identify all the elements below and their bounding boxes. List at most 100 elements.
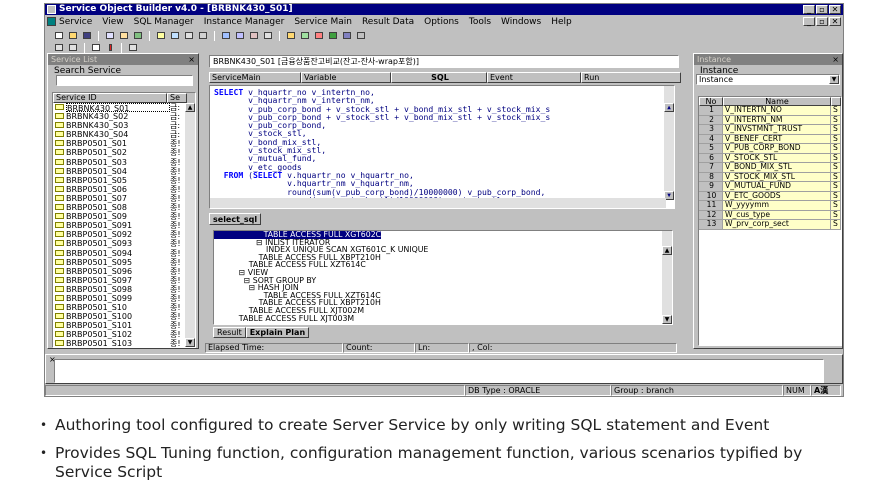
list-item[interactable]: BRBNK430_S03 금: xyxy=(53,121,195,130)
menu-instance-manager[interactable]: Instance Manager xyxy=(204,17,285,27)
grid-icon[interactable] xyxy=(197,30,209,41)
table-row[interactable]: 11 W_yyyymm S xyxy=(699,201,841,211)
list-item[interactable]: BRBP0501_S101 종! xyxy=(53,321,195,330)
cut-icon[interactable] xyxy=(53,42,65,53)
tab-explain-plan[interactable]: Explain Plan xyxy=(245,327,310,338)
table-row[interactable]: 13 W_prv_corp_sect S xyxy=(699,220,841,230)
list-item[interactable]: BRBP0501_S09 종! xyxy=(53,212,195,221)
ime-indicator[interactable]: A漢 xyxy=(811,385,841,396)
list-item[interactable]: BRBP0501_S093 종! xyxy=(53,239,195,248)
list-icon[interactable] xyxy=(183,30,195,41)
menu-result-data[interactable]: Result Data xyxy=(362,17,414,27)
list-item[interactable]: BRBNK430_S02 금: xyxy=(53,112,195,121)
list-item[interactable]: BRBP0501_S05 종! xyxy=(53,176,195,185)
menu-sql-manager[interactable]: SQL Manager xyxy=(134,17,194,27)
list-item[interactable]: BRBP0501_S091 종! xyxy=(53,221,195,230)
tab-result[interactable]: Result xyxy=(213,327,246,338)
paste-icon[interactable] xyxy=(118,30,130,41)
service-list-scrollbar[interactable]: ▲ ▼ xyxy=(185,103,195,347)
tab-select-sql[interactable]: select_sql xyxy=(209,213,262,225)
list-item[interactable]: BRBP0501_S08 종! xyxy=(53,203,195,212)
sql-icon[interactable] xyxy=(220,30,232,41)
list-item[interactable]: BRBP0501_S10 종! xyxy=(53,303,195,312)
deploy-icon[interactable] xyxy=(327,30,339,41)
col-name[interactable]: Name xyxy=(723,97,831,106)
table-row[interactable]: 5 V_PUB_CORP_BOND S xyxy=(699,144,841,154)
undo-icon[interactable] xyxy=(67,42,79,53)
menu-service[interactable]: Service xyxy=(59,17,92,27)
list-item[interactable]: BRBP0501_S01 종! xyxy=(53,139,195,148)
tree-icon[interactable] xyxy=(169,30,181,41)
table-row[interactable]: 2 V_INTERTN_NM S xyxy=(699,115,841,125)
close-icon[interactable]: × xyxy=(188,54,195,65)
alert-icon[interactable] xyxy=(104,42,116,53)
sql-editor[interactable]: SELECT v_hquartr_no v_intertn_no, v_hqua… xyxy=(209,85,675,209)
search-service-input[interactable] xyxy=(56,75,193,86)
table-row[interactable]: 4 V_BENEF_CERT S xyxy=(699,134,841,144)
run-icon[interactable] xyxy=(132,30,144,41)
sql-vscroll[interactable]: ▲ ▼ xyxy=(664,86,674,200)
sql-hscroll[interactable]: ◀ ▶ xyxy=(210,198,666,208)
minimize-button[interactable]: _ xyxy=(803,5,815,14)
plan-vscroll[interactable]: ▲ ▼ xyxy=(662,231,672,324)
mdi-minimize-button[interactable]: _ xyxy=(803,17,815,26)
chart-icon[interactable] xyxy=(313,30,325,41)
save-icon[interactable] xyxy=(81,30,93,41)
list-item[interactable]: BRBP0501_S100 종! xyxy=(53,312,195,321)
maximize-button[interactable]: ▫ xyxy=(816,5,828,14)
table-row[interactable]: 10 V_ETC_GOODS S xyxy=(699,191,841,201)
close-button[interactable]: ✕ xyxy=(829,5,841,14)
list-item[interactable]: BRBP0501_S02 종! xyxy=(53,148,195,157)
list-item[interactable]: BRBP0501_S099 종! xyxy=(53,294,195,303)
compile-icon[interactable] xyxy=(234,30,246,41)
scroll-down-icon[interactable]: ▼ xyxy=(662,315,672,324)
table-row[interactable]: 6 V_STOCK_STL S xyxy=(699,153,841,163)
list-item[interactable]: BRBNK430_S04 금: xyxy=(53,130,195,139)
list-item[interactable]: BRBP0501_S102 종! xyxy=(53,330,195,339)
tab-run[interactable]: Run xyxy=(581,72,681,83)
step-icon[interactable] xyxy=(262,30,274,41)
table-row[interactable]: 12 W_cus_type S xyxy=(699,210,841,220)
table-row[interactable]: 8 V_STOCK_MIX_STL S xyxy=(699,172,841,182)
list-item[interactable]: BRBP0501_S092 종! xyxy=(53,230,195,239)
debug-icon[interactable] xyxy=(248,30,260,41)
output-area[interactable] xyxy=(54,359,824,383)
find-icon[interactable] xyxy=(155,30,167,41)
table-row[interactable]: 3 V_INVSTMNT_TRUST S xyxy=(699,125,841,135)
menu-windows[interactable]: Windows xyxy=(501,17,541,27)
menu-service-main[interactable]: Service Main xyxy=(294,17,352,27)
copy-icon[interactable] xyxy=(104,30,116,41)
table-row[interactable]: 1 V_INTERTN_NO S xyxy=(699,106,841,116)
list-item[interactable]: BRBP0501_S096 종! xyxy=(53,267,195,276)
close-icon[interactable]: × xyxy=(832,54,839,65)
properties-icon[interactable] xyxy=(127,42,139,53)
chevron-down-icon[interactable]: ▼ xyxy=(829,75,839,84)
table-row[interactable]: 9 V_MUTUAL_FUND S xyxy=(699,182,841,192)
tab-event[interactable]: Event xyxy=(487,72,581,83)
list-item[interactable]: BRBP0501_S07 종! xyxy=(53,194,195,203)
col-service-id[interactable]: Service ID xyxy=(53,93,167,103)
tab-variable[interactable]: Variable xyxy=(301,72,391,83)
scroll-up-icon[interactable]: ▲ xyxy=(664,102,674,112)
list-item[interactable]: BRBP0501_S03 종! xyxy=(53,158,195,167)
mdi-restore-button[interactable]: ▫ xyxy=(816,17,828,26)
scroll-down-icon[interactable]: ▼ xyxy=(185,338,195,347)
list-item[interactable]: BRBP0501_S094 종! xyxy=(53,249,195,258)
new-icon[interactable] xyxy=(53,30,65,41)
list-item[interactable]: BRBP0501_S04 종! xyxy=(53,167,195,176)
folder-icon[interactable] xyxy=(285,30,297,41)
menu-help[interactable]: Help xyxy=(551,17,572,27)
list-item[interactable]: BRBP0501_S098 종! xyxy=(53,285,195,294)
list-item[interactable]: BRBP0501_S103 종! xyxy=(53,339,195,347)
instance-select[interactable]: Instance ▼ xyxy=(696,74,840,85)
menu-options[interactable]: Options xyxy=(424,17,459,27)
window-icon[interactable] xyxy=(90,42,102,53)
scroll-up-icon[interactable]: ▲ xyxy=(662,246,672,256)
tab-sql[interactable]: SQL xyxy=(391,72,487,83)
col-type[interactable] xyxy=(831,97,841,106)
list-item[interactable]: BRBP0501_S095 종! xyxy=(53,258,195,267)
list-item[interactable]: BRBNK430_S01 금: xyxy=(53,103,195,113)
col-no[interactable]: No xyxy=(699,97,723,106)
scroll-up-icon[interactable]: ▲ xyxy=(185,103,195,112)
col-service-type[interactable]: Se xyxy=(167,93,187,103)
